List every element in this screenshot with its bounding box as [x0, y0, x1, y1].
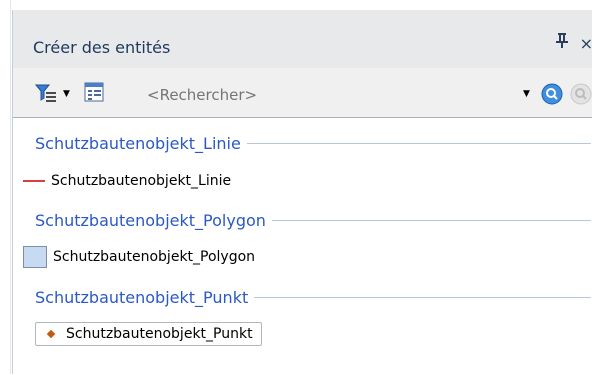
search-icon[interactable]: [541, 83, 563, 105]
search-dropdown-arrow-icon[interactable]: ▼: [523, 89, 530, 99]
template-item-polygon[interactable]: Schutzbautenobjekt_Polygon: [23, 244, 255, 270]
group-header-label: Schutzbautenobjekt_Punkt: [35, 287, 249, 307]
advanced-search-icon[interactable]: [570, 83, 592, 105]
filter-dropdown-arrow-icon[interactable]: ▼: [63, 89, 70, 99]
group-divider: [246, 142, 591, 144]
group-divider: [271, 219, 591, 221]
line-symbol-icon: [23, 180, 45, 182]
group-header-label: Schutzbautenobjekt_Polygon: [35, 210, 266, 230]
group-divider: [254, 296, 591, 298]
table-icon[interactable]: [84, 82, 104, 102]
panel-titlebar: Créer des entités ×: [13, 10, 592, 68]
polygon-symbol-icon: [23, 246, 47, 268]
create-features-panel: Créer des entités × ▼ <Rechercher> ▼ Sch…: [12, 10, 592, 375]
close-icon[interactable]: ×: [580, 34, 592, 53]
search-input[interactable]: [145, 85, 499, 105]
group-header-punkt: Schutzbautenobjekt_Punkt: [35, 286, 591, 308]
left-border-strip: [0, 0, 11, 374]
group-header-polygon: Schutzbautenobjekt_Polygon: [35, 209, 591, 231]
selected-template-highlight: Schutzbautenobjekt_Punkt: [35, 322, 262, 346]
feature-template-list: Schutzbautenobjekt_Linie Schutzbautenobj…: [13, 117, 592, 375]
group-header-label: Schutzbautenobjekt_Linie: [35, 133, 241, 153]
panel-title: Créer des entités: [33, 38, 171, 57]
filter-icon[interactable]: [34, 82, 57, 104]
template-item-punkt[interactable]: Schutzbautenobjekt_Punkt: [35, 321, 262, 347]
template-item-linie[interactable]: Schutzbautenobjekt_Linie: [23, 168, 231, 194]
pin-icon[interactable]: [555, 32, 569, 52]
point-symbol-icon: [46, 329, 56, 339]
template-label: Schutzbautenobjekt_Linie: [51, 173, 232, 189]
template-label: Schutzbautenobjekt_Polygon: [53, 249, 256, 265]
panel-toolbar: ▼ ▼: [13, 75, 592, 115]
group-header-linie: Schutzbautenobjekt_Linie: [35, 132, 591, 154]
template-label: Schutzbautenobjekt_Punkt: [66, 326, 253, 342]
